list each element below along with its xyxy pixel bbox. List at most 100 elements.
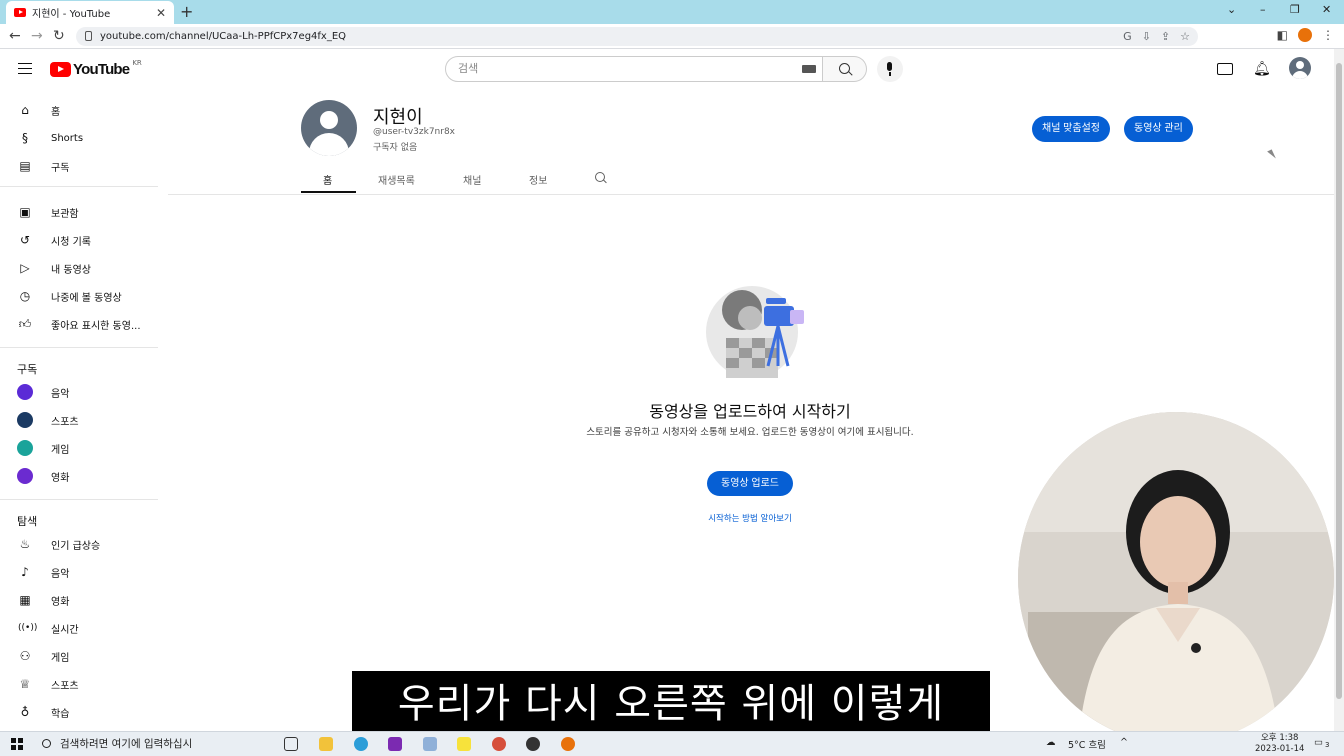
share-icon[interactable]: ⇪	[1161, 27, 1170, 46]
file-explorer-icon[interactable]	[319, 737, 333, 751]
music-channel-avatar	[17, 384, 33, 400]
minimize-button[interactable]: –	[1260, 3, 1266, 16]
back-arrow-icon[interactable]: ←	[9, 28, 21, 44]
onenote-icon[interactable]	[388, 737, 402, 751]
youtube-header: YouTube KR 검색 🔔︎	[0, 49, 1334, 89]
sidebar-divider	[0, 186, 158, 187]
close-window-button[interactable]: ✕	[1322, 3, 1331, 16]
keyboard-icon[interactable]	[802, 65, 816, 73]
sidebar-item-live[interactable]: ((•)) 실시간	[0, 614, 158, 642]
tray-chevron-icon[interactable]: ^	[1120, 737, 1128, 748]
create-video-icon[interactable]	[1217, 63, 1233, 75]
kakaotalk-icon[interactable]	[457, 737, 471, 751]
search-icon	[839, 63, 850, 74]
voice-search-icon[interactable]	[877, 56, 903, 82]
notification-center-icon[interactable]: ▭	[1314, 737, 1323, 748]
movies-channel-avatar	[17, 468, 33, 484]
windows-start-icon[interactable]	[11, 738, 23, 750]
search-button[interactable]	[823, 56, 867, 82]
sidebar-item-label: 시청 기록	[51, 236, 91, 248]
history-icon: ↺	[19, 233, 31, 247]
sidebar-item-label: 내 동영상	[51, 264, 91, 276]
forward-arrow-icon[interactable]: →	[31, 28, 43, 44]
youtube-logo[interactable]: YouTube KR	[50, 59, 142, 78]
tab-search-chevron-icon[interactable]: ⌄	[1227, 3, 1236, 16]
new-tab-button[interactable]: +	[180, 2, 193, 21]
reload-icon[interactable]: ↻	[53, 28, 65, 44]
browser-tab[interactable]: 지현이 - YouTube ✕	[6, 1, 174, 24]
sidebar-item-library[interactable]: ▣ 보관함	[0, 198, 158, 226]
manage-videos-button[interactable]: 동영상 관리	[1124, 116, 1193, 142]
gaming-icon: ⚇	[19, 649, 31, 663]
taskbar-search-input[interactable]: 검색하려면 여기에 입력하십시	[34, 734, 274, 755]
bookmark-star-icon[interactable]: ☆	[1180, 27, 1190, 46]
search-input[interactable]: 검색	[445, 56, 823, 82]
task-view-icon[interactable]	[284, 737, 298, 751]
sidebar-item-channel-gaming[interactable]: 게임	[0, 434, 158, 462]
address-bar[interactable]: youtube.com/channel/UCaa-Lh-PPfCPx7eg4fx…	[76, 27, 1198, 46]
sidebar-item-label: 보관함	[51, 208, 79, 220]
sidebar-item-label: 좋아요 표시한 동영...	[51, 320, 141, 332]
my-videos-icon: ▷	[20, 261, 30, 275]
sidebar-item-channel-movies[interactable]: 영화	[0, 462, 158, 490]
browser-menu-icon[interactable]: ⋮	[1322, 28, 1334, 42]
chrome-profile-icon[interactable]	[492, 737, 506, 751]
profile-avatar-icon[interactable]	[1298, 28, 1312, 42]
system-clock[interactable]: 오후 1:38 2023-01-14	[1255, 733, 1304, 755]
channel-search-icon[interactable]	[595, 172, 605, 182]
side-panel-icon[interactable]: ◧	[1277, 28, 1288, 42]
sidebar-item-liked[interactable]: 👍︎ 좋아요 표시한 동영...	[0, 310, 158, 338]
search-placeholder: 검색	[458, 62, 479, 75]
google-icon[interactable]: G	[1123, 27, 1132, 46]
taskbar-search-icon	[42, 739, 51, 748]
sidebar-item-watch-later[interactable]: ◷ 나중에 볼 동영상	[0, 282, 158, 310]
tab-channels[interactable]: 채널	[463, 172, 481, 187]
sidebar-item-label: 인기 급상승	[51, 540, 101, 552]
menu-icon[interactable]	[18, 63, 32, 74]
presenter-image	[1018, 412, 1334, 744]
sidebar-item-label: 게임	[51, 444, 70, 456]
tab-home[interactable]: 홈	[323, 172, 332, 187]
scrollbar-thumb[interactable]	[1336, 63, 1342, 699]
snipping-tool-icon[interactable]	[423, 737, 437, 751]
taskbar-search-placeholder: 검색하려면 여기에 입력하십시	[60, 738, 193, 750]
liked-icon: 👍︎	[18, 317, 32, 331]
sidebar-item-my-videos[interactable]: ▷ 내 동영상	[0, 254, 158, 282]
sidebar-item-history[interactable]: ↺ 시청 기록	[0, 226, 158, 254]
tab-about[interactable]: 정보	[529, 172, 547, 187]
page-scrollbar[interactable]	[1334, 49, 1344, 731]
tab-close-icon[interactable]: ✕	[156, 6, 166, 20]
restore-button[interactable]: ❐	[1290, 3, 1300, 16]
channel-avatar[interactable]	[301, 100, 357, 156]
recording-app-icon[interactable]	[526, 737, 540, 751]
browser-tab-strip: 지현이 - YouTube ✕ + ⌄ – ❐ ✕	[0, 0, 1344, 24]
customize-channel-button[interactable]: 채널 맞춤설정	[1032, 116, 1110, 142]
chrome-browser-icon[interactable]	[354, 737, 368, 751]
chrome-active-icon[interactable]	[561, 737, 575, 751]
sidebar-item-trending[interactable]: ♨ 인기 급상승	[0, 530, 158, 558]
sidebar-item-gaming[interactable]: ⚇ 게임	[0, 642, 158, 670]
sidebar-item-shorts[interactable]: § Shorts	[0, 124, 158, 152]
sidebar-item-music[interactable]: ♪ 음악	[0, 558, 158, 586]
sidebar-item-learning[interactable]: ♁ 학습	[0, 698, 158, 726]
sidebar-item-channel-sports[interactable]: 스포츠	[0, 406, 158, 434]
sidebar-item-label: 음악	[51, 388, 70, 400]
channel-handle: @user-tv3zk7nr8x	[373, 127, 456, 137]
sidebar-item-sports[interactable]: ♕ 스포츠	[0, 670, 158, 698]
sidebar-item-subscriptions[interactable]: ▤ 구독	[0, 152, 158, 180]
tab-playlists[interactable]: 재생목록	[378, 172, 415, 187]
sidebar-item-channel-music[interactable]: 음악	[0, 378, 158, 406]
live-icon: ((•))	[18, 623, 38, 633]
logo-text: YouTube	[73, 61, 130, 78]
upload-video-button[interactable]: 동영상 업로드	[707, 471, 793, 496]
weather-text[interactable]: 5°C 흐림	[1068, 737, 1106, 751]
account-avatar[interactable]	[1289, 57, 1311, 79]
weather-icon[interactable]: ☁	[1046, 737, 1056, 748]
sidebar-item-home[interactable]: ⌂ 홈	[0, 96, 158, 124]
music-icon: ♪	[21, 565, 29, 579]
install-icon[interactable]: ⇩	[1142, 27, 1151, 46]
notifications-bell-icon[interactable]: 🔔︎	[1253, 61, 1271, 77]
sidebar-item-movies[interactable]: ▦ 영화	[0, 586, 158, 614]
learn-how-link[interactable]: 시작하는 방법 알아보기	[600, 512, 900, 524]
movies-icon: ▦	[19, 593, 31, 607]
